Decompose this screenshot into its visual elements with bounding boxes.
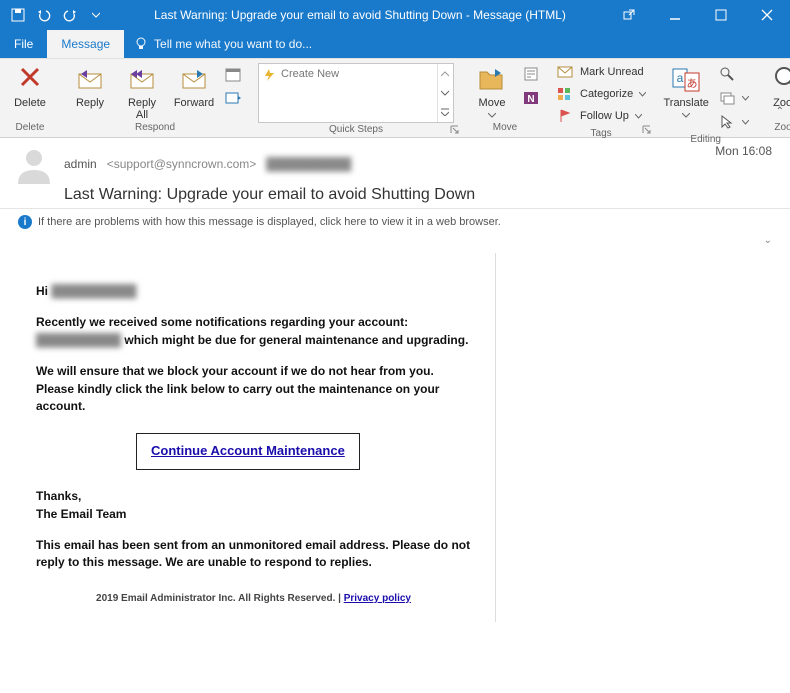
- info-icon: i: [18, 215, 32, 229]
- onenote-icon: N: [522, 89, 540, 107]
- cta-button[interactable]: Continue Account Maintenance: [136, 433, 360, 470]
- chevron-down-icon: [639, 92, 646, 97]
- svg-text:a: a: [677, 71, 684, 85]
- message-body: Hi ██████████ Recently we received some …: [0, 235, 790, 693]
- gallery-more-icon[interactable]: [437, 103, 451, 122]
- chevron-down-icon: [742, 120, 749, 125]
- find-button[interactable]: [714, 63, 753, 85]
- tell-me-label: Tell me what you want to do...: [154, 37, 312, 51]
- dialog-launcher-icon[interactable]: [450, 125, 460, 135]
- rules-button[interactable]: [518, 63, 544, 85]
- cta-link[interactable]: Continue Account Maintenance: [151, 443, 345, 458]
- tab-file[interactable]: File: [0, 30, 47, 58]
- qat-dropdown-icon[interactable]: [84, 3, 108, 27]
- reply-all-button[interactable]: Reply All: [116, 61, 168, 121]
- info-bar[interactable]: i If there are problems with how this me…: [0, 209, 790, 235]
- move-folder-icon: [477, 63, 507, 95]
- select-icon: [718, 113, 736, 131]
- reply-button[interactable]: Reply: [64, 61, 116, 109]
- meeting-icon: [224, 65, 242, 83]
- lightning-icon: [263, 68, 277, 82]
- chevron-down-icon: [488, 113, 496, 118]
- lightbulb-icon: [134, 37, 148, 51]
- gallery-up-icon[interactable]: [437, 64, 451, 83]
- related-button[interactable]: [714, 87, 753, 109]
- forward-button[interactable]: Forward: [168, 61, 220, 109]
- categorize-icon: [556, 85, 574, 103]
- chevron-down-icon: [635, 114, 642, 119]
- minimize-icon[interactable]: [652, 0, 698, 30]
- zoom-button[interactable]: Zoom: [761, 61, 790, 109]
- ribbon-group-move: Move N Move: [462, 59, 548, 137]
- recipient-blurred: ██████████: [266, 157, 351, 171]
- ribbon: Delete Delete Reply Reply All Forward: [0, 58, 790, 138]
- subject: Last Warning: Upgrade your email to avoi…: [64, 186, 772, 204]
- tell-me-search[interactable]: Tell me what you want to do...: [124, 30, 322, 58]
- window-title: Last Warning: Upgrade your email to avoi…: [114, 8, 606, 22]
- delete-button[interactable]: Delete: [4, 61, 56, 109]
- ribbon-group-tags: Mark Unread Categorize Follow Up Tags: [548, 59, 654, 137]
- thanks: Thanks,The Email Team: [36, 488, 471, 523]
- gallery-down-icon[interactable]: [437, 83, 451, 102]
- translate-button[interactable]: aあ Translate: [658, 61, 714, 121]
- rules-icon: [522, 65, 540, 83]
- more-respond-button[interactable]: [220, 87, 246, 109]
- dialog-launcher-icon[interactable]: [642, 125, 652, 135]
- reply-all-icon: [127, 63, 157, 95]
- quick-access-toolbar: [0, 3, 114, 27]
- translate-icon: aあ: [671, 63, 701, 95]
- onenote-button[interactable]: N: [518, 87, 544, 109]
- categorize-button[interactable]: Categorize: [552, 83, 650, 105]
- greeting: Hi ██████████: [36, 283, 471, 300]
- mark-unread-button[interactable]: Mark Unread: [552, 61, 650, 83]
- maximize-icon[interactable]: [698, 0, 744, 30]
- tab-message[interactable]: Message: [47, 30, 124, 58]
- ribbon-collapse-icon[interactable]: ⌃: [776, 106, 784, 117]
- envelope-icon: [556, 63, 574, 81]
- meeting-button[interactable]: [220, 63, 246, 85]
- redo-icon[interactable]: [58, 3, 82, 27]
- svg-text:あ: あ: [687, 77, 698, 90]
- disclaimer: This email has been sent from an unmonit…: [36, 537, 471, 572]
- paragraph-1: Recently we received some notifications …: [36, 314, 471, 349]
- window-titlebar: Last Warning: Upgrade your email to avoi…: [0, 0, 790, 30]
- from-email: <support@synncrown.com>: [107, 157, 257, 171]
- close-icon[interactable]: [744, 0, 790, 30]
- undo-icon[interactable]: [32, 3, 56, 27]
- from-line: admin <support@synncrown.com> ██████████: [64, 157, 351, 171]
- delete-icon: [16, 63, 44, 95]
- popout-icon[interactable]: [606, 0, 652, 30]
- footer: 2019 Email Administrator Inc. All Rights…: [36, 586, 471, 613]
- ribbon-group-respond: Reply Reply All Forward Respond: [60, 59, 250, 137]
- svg-text:N: N: [527, 94, 534, 105]
- from-name: admin: [64, 157, 97, 171]
- quicksteps-gallery[interactable]: Create New: [258, 63, 454, 123]
- timestamp: Mon 16:08: [715, 144, 772, 158]
- avatar-icon: [14, 144, 54, 184]
- flag-icon: [556, 107, 574, 125]
- chevron-down-icon: [742, 96, 749, 101]
- ribbon-group-zoom: Zoom Zoom: [757, 59, 790, 137]
- related-icon: [718, 89, 736, 107]
- paragraph-2: We will ensure that we block your accoun…: [36, 363, 471, 415]
- find-icon: [718, 65, 736, 83]
- ribbon-group-delete: Delete Delete: [0, 59, 60, 137]
- privacy-link[interactable]: Privacy policy: [344, 593, 411, 604]
- info-bar-text: If there are problems with how this mess…: [38, 216, 501, 228]
- ribbon-tabs: File Message Tell me what you want to do…: [0, 30, 790, 58]
- message-header: admin <support@synncrown.com> ██████████…: [0, 138, 790, 209]
- select-button[interactable]: [714, 111, 753, 133]
- ribbon-group-editing: aあ Translate Editing: [654, 59, 757, 137]
- ribbon-group-quicksteps: Create New Quick Steps: [250, 59, 462, 137]
- move-button[interactable]: Move: [466, 61, 518, 121]
- save-icon[interactable]: [6, 3, 30, 27]
- chevron-down-icon: [682, 113, 690, 118]
- zoom-icon: [773, 63, 790, 95]
- more-icon: [224, 89, 242, 107]
- forward-icon: [179, 63, 209, 95]
- window-controls: [606, 0, 790, 30]
- reply-icon: [75, 63, 105, 95]
- followup-button[interactable]: Follow Up: [552, 105, 650, 127]
